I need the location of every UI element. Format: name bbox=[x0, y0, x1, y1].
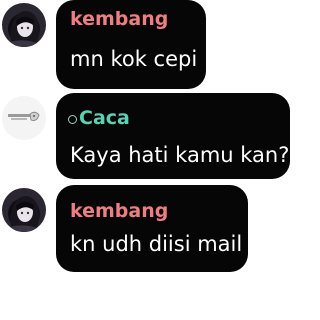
sender-name[interactable]: Caca bbox=[79, 105, 130, 131]
sender-name[interactable]: kembang bbox=[70, 198, 168, 224]
avatar[interactable] bbox=[2, 96, 46, 140]
anime-girl-dark-avatar bbox=[2, 188, 46, 232]
avatar[interactable] bbox=[2, 3, 46, 47]
chat-screen: kembang mn kok cepi Caca Kaya hati kamu … bbox=[0, 0, 292, 320]
sender-name-row[interactable]: Caca bbox=[68, 105, 130, 131]
message-text: Kaya hati kamu kan? bbox=[70, 143, 290, 167]
message-bubble[interactable]: kembang kn udh diisi mail bbox=[56, 185, 248, 272]
avatar[interactable] bbox=[2, 188, 46, 232]
message-text: mn kok cepi bbox=[70, 47, 198, 71]
message-bubble[interactable]: kembang mn kok cepi bbox=[56, 0, 206, 89]
status-ring-icon bbox=[68, 114, 77, 124]
message-text: kn udh diisi mail bbox=[70, 232, 243, 256]
sender-name[interactable]: kembang bbox=[70, 6, 168, 32]
white-sketch-avatar bbox=[2, 96, 46, 140]
message-bubble[interactable]: Caca Kaya hati kamu kan? bbox=[56, 93, 290, 179]
anime-girl-dark-avatar bbox=[2, 3, 46, 47]
